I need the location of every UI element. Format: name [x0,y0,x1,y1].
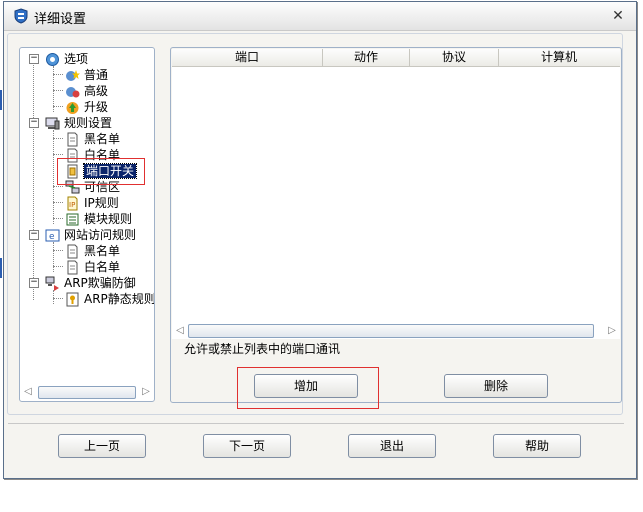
column-header-port[interactable]: 端口 [172,49,323,66]
exit-button[interactable]: 退出 [348,434,436,458]
highlight-box [57,158,145,185]
scroll-right-icon[interactable]: ▷ [140,385,152,399]
tree-line [53,242,54,272]
tree-line [53,130,54,224]
tree-line [53,90,63,91]
column-header-computer[interactable]: 计算机 [499,49,619,66]
document-icon [67,132,78,147]
collapse-toggle[interactable]: − [29,54,39,64]
tree-line [53,74,63,75]
tree-item-label: 高级 [84,84,109,98]
module-list-icon [66,213,79,226]
collapse-toggle[interactable]: − [29,278,39,288]
tree-item-label: 规则设置 [64,116,113,130]
arp-static-icon [66,292,79,307]
tree-item-label: IP规则 [84,196,119,210]
tree-item-label: 网站访问规则 [64,228,137,242]
tree-item-label: 模块规则 [84,212,133,226]
window-title: 详细设置 [34,12,87,27]
star-gear-icon [66,70,80,81]
column-header-protocol[interactable]: 协议 [410,49,499,66]
tree-line [53,218,63,219]
tree-item-label: 普通 [84,68,109,82]
tree-item-label: 选项 [64,52,89,66]
tree-line [53,250,63,251]
panel-description: 允许或禁止列表中的端口通讯 [184,342,341,356]
help-button[interactable]: 帮助 [493,434,581,458]
list-horizontal-scrollbar[interactable]: ◁ ▷ [176,323,618,338]
scroll-left-icon[interactable]: ◁ [22,385,34,399]
ip-rule-icon: IP [67,196,78,211]
tree-line [53,138,63,139]
scrollbar-thumb[interactable] [188,324,594,338]
svg-text:IP: IP [69,201,75,209]
document-icon [67,244,78,259]
rules-computer-icon [45,117,60,130]
document-icon [67,260,78,275]
delete-button[interactable]: 删除 [444,374,548,398]
advanced-gear-icon [66,87,80,98]
port-list[interactable]: 端口 动作 协议 计算机 ◁ ▷ [172,49,620,339]
background-edge [0,258,2,278]
upgrade-icon [66,102,79,114]
add-button[interactable]: 增加 [254,374,358,398]
title-bar[interactable]: 详细设置 ✕ [4,2,636,31]
next-page-button[interactable]: 下一页 [203,434,291,458]
scroll-right-icon[interactable]: ▷ [606,323,618,338]
tree-item-label: 黑名单 [84,132,121,146]
tree-item-label: 升级 [84,100,109,114]
tree-line [53,106,63,107]
options-globe-icon [46,53,59,66]
tree-item-label: 黑名单 [84,244,121,258]
scrollbar-thumb[interactable] [38,386,136,399]
settings-tree[interactable]: − − − − 选项 普通 高级 升级 规则设置 黑名单 白名单 端口开关 可信… [19,47,155,402]
tree-item-label: ARP欺骗防御 [64,276,136,290]
svg-text:e: e [49,232,55,242]
column-header-action[interactable]: 动作 [323,49,410,66]
arp-network-icon [45,276,59,291]
tree-line [53,186,63,187]
collapse-toggle[interactable]: − [29,118,39,128]
close-icon: ✕ [612,8,624,24]
divider [8,423,624,424]
tree-line [53,298,63,299]
tree-item-label: ARP静态规则 [84,292,155,306]
scroll-left-icon[interactable]: ◁ [174,323,186,338]
list-header: 端口 动作 协议 计算机 [172,49,620,67]
tree-line [53,266,63,267]
close-button[interactable]: ✕ [610,8,626,24]
tree-line [53,154,63,155]
tree-horizontal-scrollbar[interactable]: ◁ ▷ [22,385,152,399]
collapse-toggle[interactable]: − [29,230,39,240]
tree-line [53,290,54,304]
shield-app-icon [14,8,28,24]
prev-page-button[interactable]: 上一页 [58,434,146,458]
background-edge [0,90,2,110]
browser-e-icon: e [45,229,60,242]
tree-line [33,62,34,300]
tree-item-label: 白名单 [84,260,121,274]
tree-line [53,202,63,203]
